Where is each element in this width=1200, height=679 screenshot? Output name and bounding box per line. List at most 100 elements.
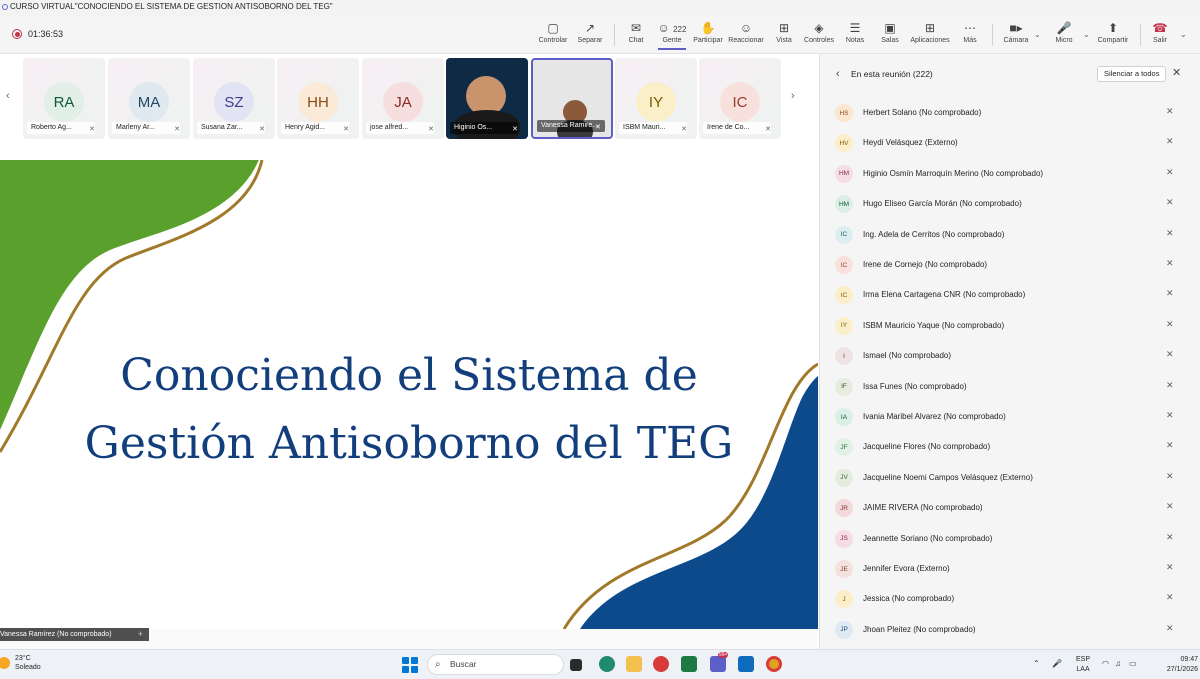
pin-icon[interactable]: + [138, 628, 143, 641]
participant-row[interactable]: IC Irma Elena Cartagena CNR (No comprobad… [820, 280, 1200, 310]
volume-icon[interactable]: ♫ [1115, 659, 1121, 668]
file-explorer-icon[interactable] [626, 656, 642, 672]
participant-tile[interactable]: SZ Susana Zar... ✕ [193, 58, 275, 139]
participant-row[interactable]: HV Heydi Velásquez (Externo) ✕ [820, 128, 1200, 158]
leave-options-chevron-icon[interactable]: ⌄ [1180, 30, 1187, 39]
share-icon: ⬆ [1107, 21, 1119, 35]
rooms-button[interactable]: ▣ Salas [870, 20, 910, 44]
participant-tile[interactable]: HH Henry Agid... ✕ [277, 58, 359, 139]
chat-button[interactable]: ✉ Chat [616, 20, 656, 44]
participant-strip: ‹ RA Roberto Ag... ✕ MA Marleny Ar... ✕ SZ… [0, 54, 818, 144]
share-button[interactable]: ⬆ Compartir [1093, 20, 1133, 44]
weather-widget[interactable]: 23°C Soleado [0, 654, 41, 672]
participant-row[interactable]: JV Jacqueline Noemi Campos Velásquez (Ext… [820, 463, 1200, 493]
mic-muted-icon[interactable]: ✕ [1166, 136, 1174, 147]
mic-muted-icon[interactable]: ✕ [1166, 532, 1174, 543]
camera-options-chevron-icon[interactable]: ⌄ [1034, 30, 1041, 39]
tile-name: Susana Zar... [197, 122, 265, 134]
mute-all-button[interactable]: Silenciar a todos [1097, 66, 1167, 82]
mic-button[interactable]: 🎤 Micro [1044, 20, 1084, 44]
mic-muted-icon[interactable]: ✕ [1166, 623, 1174, 634]
mic-muted-icon: ✕ [765, 126, 771, 133]
participant-row[interactable]: IC Ing. Adela de Cerritos (No comprobado)… [820, 220, 1200, 250]
view-button[interactable]: ⊞ Vista [764, 20, 804, 44]
more-button[interactable]: ⋯ Más [950, 20, 990, 44]
mic-muted-icon[interactable]: ✕ [1166, 562, 1174, 573]
participant-row[interactable]: JS Jeannette Soriano (No comprobado) ✕ [820, 524, 1200, 554]
avatar: IA [835, 408, 853, 426]
mic-muted-icon[interactable]: ✕ [1166, 106, 1174, 117]
mic-options-chevron-icon[interactable]: ⌄ [1083, 30, 1090, 39]
participant-row[interactable]: IY ISBM Mauricio Yaque (No comprobado) ✕ [820, 311, 1200, 341]
battery-icon[interactable]: ▭ [1129, 659, 1137, 668]
taskbar-search[interactable]: ⌕ Buscar [427, 654, 564, 675]
participant-tile[interactable]: IC Irene de Co... ✕ [699, 58, 781, 139]
participant-video-tile[interactable]: Higinio Os... ✕ [446, 58, 528, 139]
participant-tile[interactable]: MA Marleny Ar... ✕ [108, 58, 190, 139]
controls-button[interactable]: ◈ Controles [799, 20, 839, 44]
mic-muted-icon[interactable]: ✕ [1166, 440, 1174, 451]
participant-row[interactable]: JF Jacqueline Flores (No comprobado) ✕ [820, 432, 1200, 462]
chrome-icon[interactable] [766, 656, 782, 672]
people-button[interactable]: ☺ 222 Gente [652, 20, 692, 50]
edge-icon[interactable] [599, 656, 615, 672]
adobe-icon[interactable] [653, 656, 669, 672]
wifi-icon[interactable]: ◠ [1102, 659, 1109, 668]
participant-row[interactable]: JR JAIME RIVERA (No comprobado) ✕ [820, 493, 1200, 523]
mic-muted-icon[interactable]: ✕ [1166, 228, 1174, 239]
mic-muted-icon[interactable]: ✕ [1166, 501, 1174, 512]
participant-tile[interactable]: IY ISBM Mauri... ✕ [615, 58, 697, 139]
mic-muted-icon[interactable]: ✕ [1166, 288, 1174, 299]
control-button[interactable]: ▢ Controlar [533, 20, 573, 44]
mic-muted-icon[interactable]: ✕ [1166, 410, 1174, 421]
mic-muted-icon[interactable]: ✕ [1166, 592, 1174, 603]
react-button[interactable]: ☺ Reaccionar [726, 20, 766, 44]
mic-muted-icon[interactable]: ✕ [1166, 319, 1174, 330]
avatar: HS [835, 104, 853, 122]
mic-muted-icon: ✕ [259, 126, 265, 133]
start-button[interactable] [402, 657, 418, 673]
participant-tile[interactable]: RA Roberto Ag... ✕ [23, 58, 105, 139]
chevron-right-icon[interactable]: › [791, 90, 795, 102]
excel-icon[interactable] [681, 656, 697, 672]
tile-name: ISBM Mauri... [619, 122, 687, 134]
close-icon[interactable]: ✕ [1172, 66, 1181, 79]
participant-row[interactable]: IF Issa Funes (No comprobado) ✕ [820, 372, 1200, 402]
mic-muted-icon[interactable]: ✕ [1166, 167, 1174, 178]
pop-out-button[interactable]: ↗ Separar [570, 20, 610, 44]
avatar: HM [835, 195, 853, 214]
system-clock[interactable]: 09:47 27/1/2026 [1152, 655, 1198, 675]
chevron-left-icon[interactable]: ‹ [836, 68, 840, 80]
outlook-icon[interactable] [738, 656, 754, 672]
participant-row[interactable]: HM Hugo Eliseo García Morán (No comprobad… [820, 189, 1200, 219]
camera-button[interactable]: ■▸ Cámara [996, 20, 1036, 44]
participant-row[interactable]: JE Jennifer Evora (Externo) ✕ [820, 554, 1200, 584]
participant-video-tile-selected[interactable]: Vanessa Ramire... ✕ [531, 58, 613, 139]
mic-tray-icon[interactable]: 🎤 [1052, 659, 1062, 668]
chevron-up-icon[interactable]: ⌃ [1033, 659, 1040, 668]
weather-temp: 23°C [15, 655, 31, 662]
mic-muted-icon[interactable]: ✕ [1166, 380, 1174, 391]
participant-row[interactable]: JP Jhoan Pleitez (No comprobado) ✕ [820, 615, 1200, 645]
participant-row[interactable]: IC Irene de Cornejo (No comprobado) ✕ [820, 250, 1200, 280]
teams-badge: 99+ [718, 652, 729, 658]
notes-button[interactable]: ☰ Notas [835, 20, 875, 44]
mic-muted-icon[interactable]: ✕ [1166, 471, 1174, 482]
apps-button[interactable]: ⊞ Aplicaciones [910, 20, 950, 44]
participant-row[interactable]: I Ismael (No comprobado) ✕ [820, 341, 1200, 371]
participant-row[interactable]: IA Ivania Maribel Alvarez (No comprobado)… [820, 402, 1200, 432]
teams-icon[interactable] [710, 656, 726, 672]
participant-row[interactable]: HM Higinio Osmín Marroquín Merino (No com… [820, 159, 1200, 189]
tile-name: Irene de Co... [703, 122, 771, 134]
task-view-icon[interactable] [570, 659, 582, 671]
language-indicator[interactable]: ESP LAA [1076, 655, 1090, 675]
participant-tile[interactable]: JA jose alfred... ✕ [362, 58, 444, 139]
participant-row[interactable]: HS Herbert Solano (No comprobado) ✕ [820, 98, 1200, 128]
mic-muted-icon[interactable]: ✕ [1166, 349, 1174, 360]
mic-muted-icon[interactable]: ✕ [1166, 258, 1174, 269]
raise-hand-button[interactable]: ✋ Participar [688, 20, 728, 44]
participant-row[interactable]: J Jessica (No comprobado) ✕ [820, 584, 1200, 614]
mic-muted-icon[interactable]: ✕ [1166, 197, 1174, 208]
leave-button[interactable]: ☎ Salir [1140, 20, 1180, 44]
chevron-left-icon[interactable]: ‹ [6, 90, 10, 102]
